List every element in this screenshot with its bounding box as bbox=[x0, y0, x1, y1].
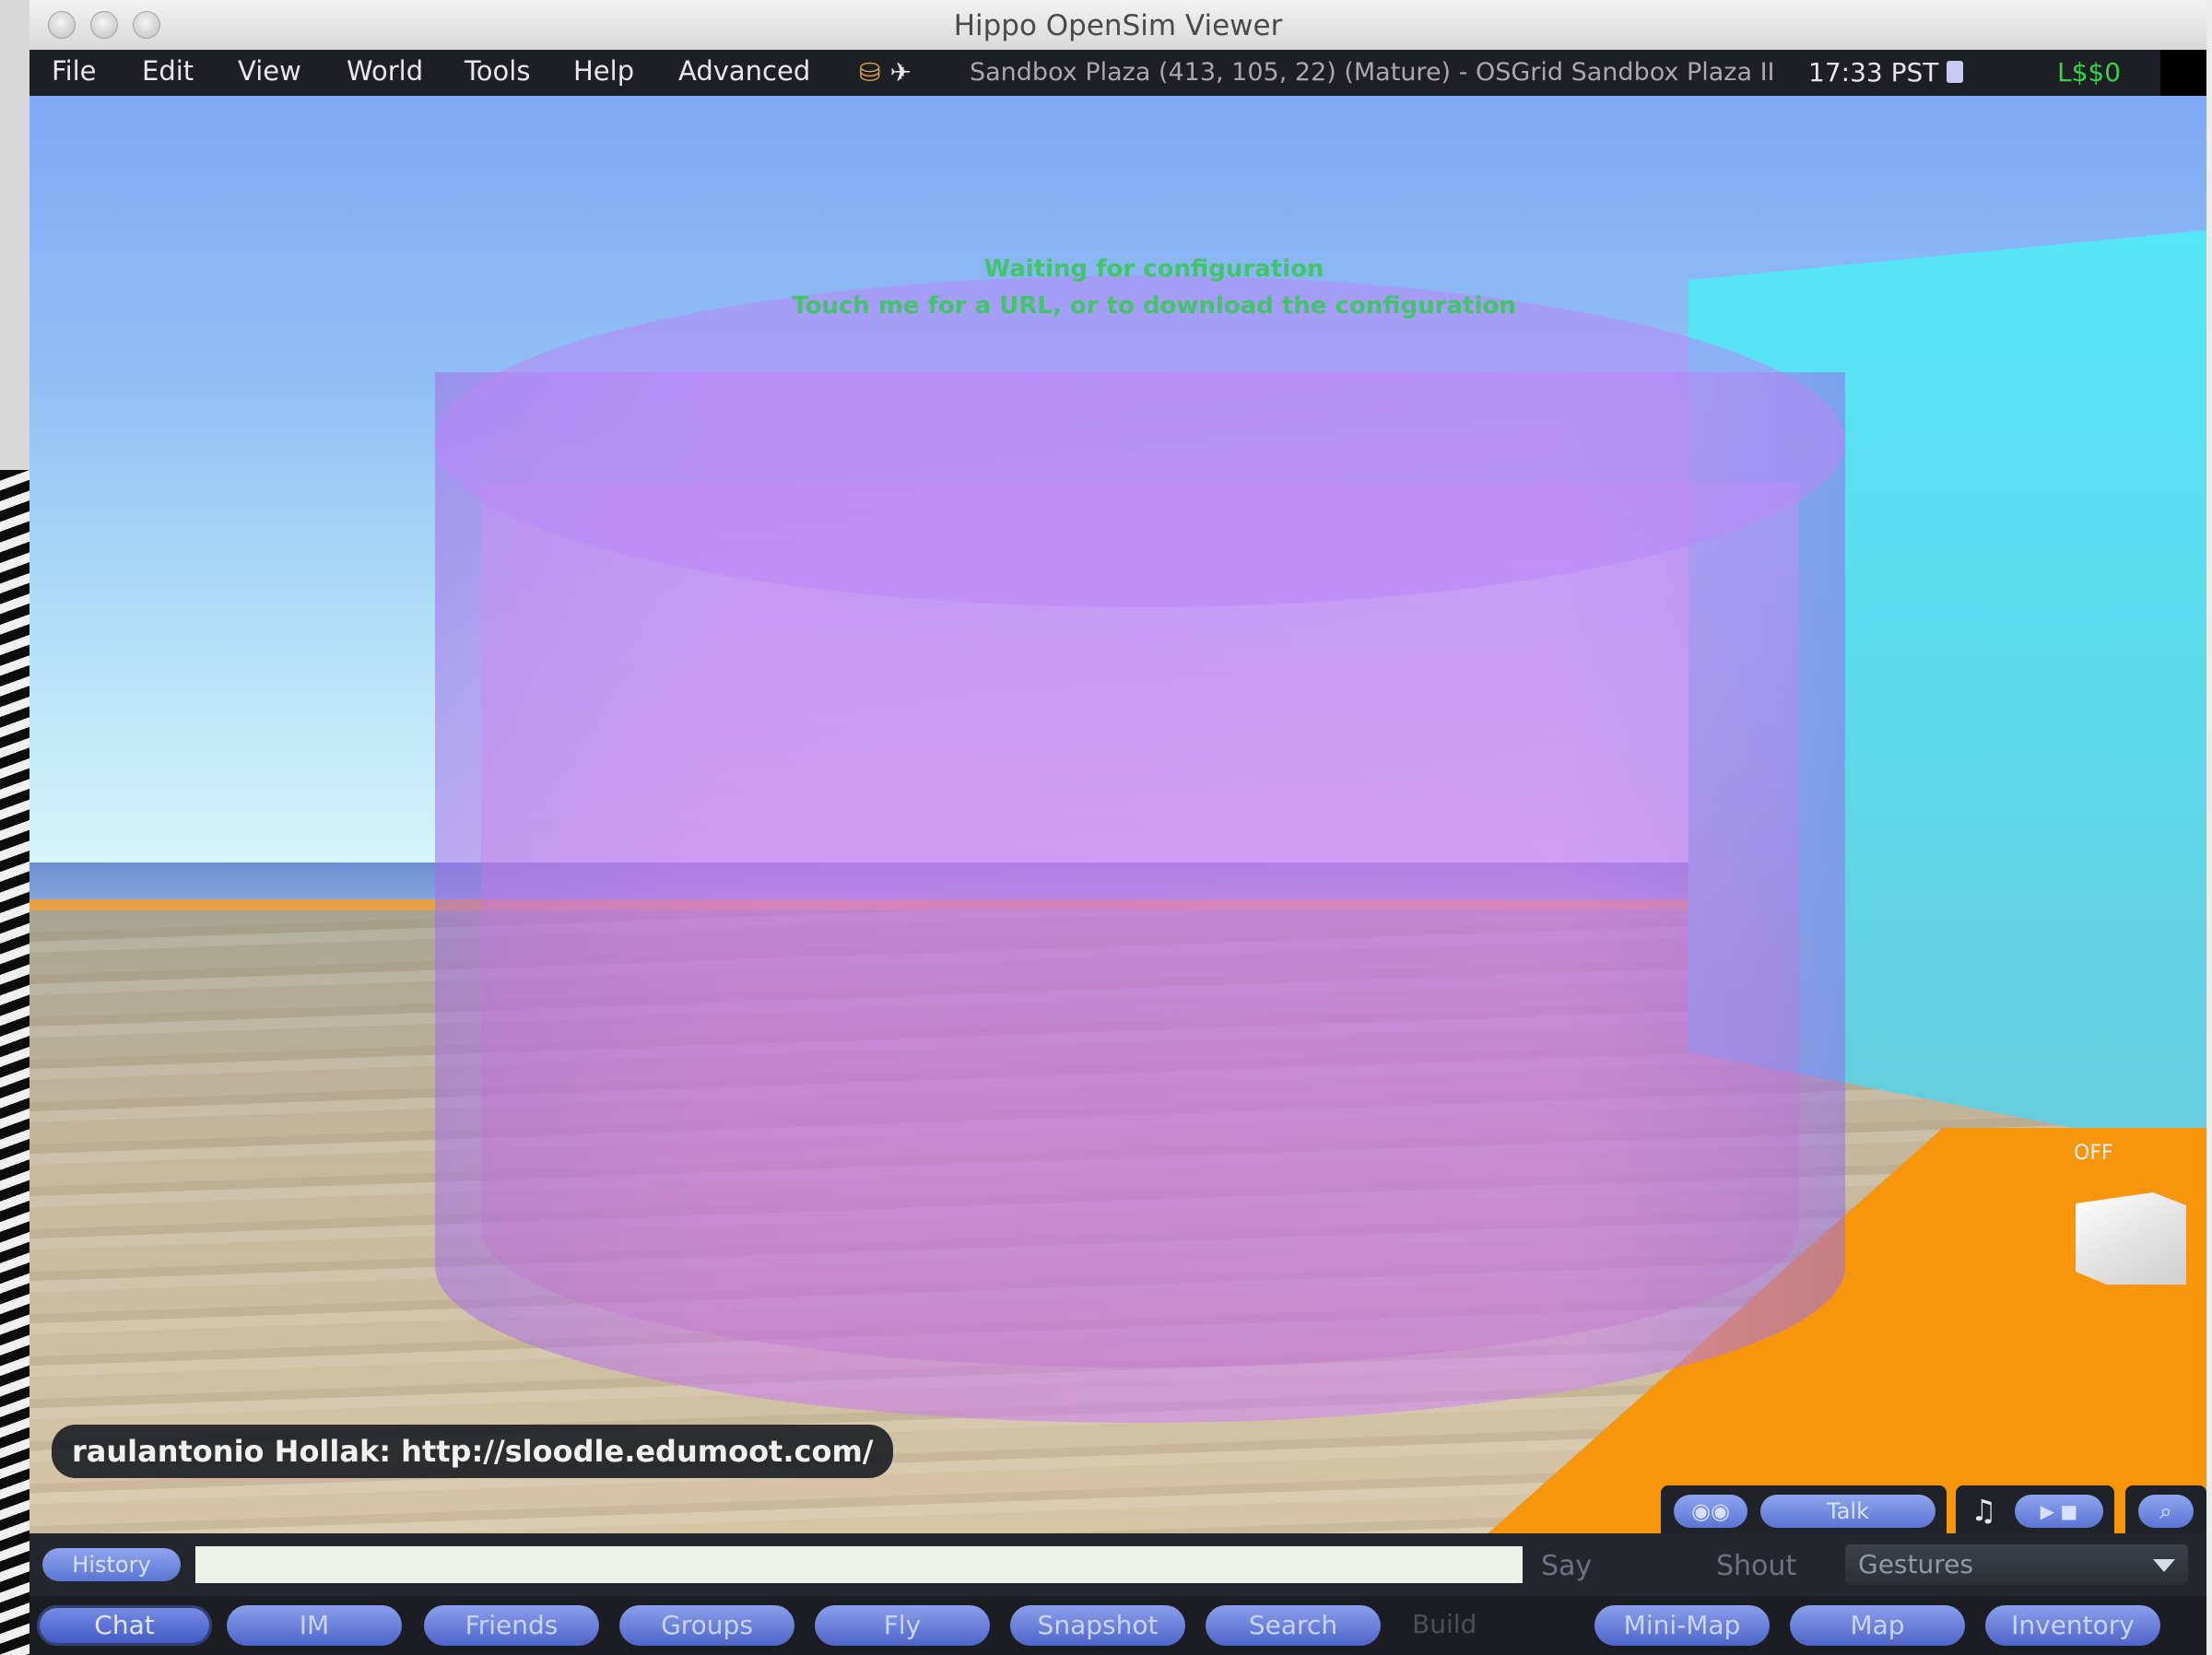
menu-advanced[interactable]: Advanced bbox=[678, 55, 810, 87]
gestures-dropdown[interactable]: Gestures bbox=[1845, 1544, 2188, 1585]
menu-tools[interactable]: Tools bbox=[465, 55, 530, 87]
say-button[interactable]: Say bbox=[1541, 1550, 1592, 1582]
minimap-button[interactable]: Mini-Map bbox=[1594, 1605, 1770, 1646]
voice-controls: ◉◉ Talk bbox=[1661, 1485, 1947, 1533]
media-label: ▶ ■ bbox=[2040, 1500, 2078, 1522]
no-build-icon: ⛁ bbox=[859, 57, 881, 88]
menu-view[interactable]: View bbox=[238, 55, 301, 87]
voice-status-icon bbox=[1947, 61, 1963, 83]
desktop-background-left bbox=[0, 0, 29, 1655]
groups-button[interactable]: Groups bbox=[619, 1605, 794, 1646]
history-label: History bbox=[72, 1552, 151, 1578]
build-button[interactable]: Build bbox=[1412, 1609, 1477, 1639]
no-fly-icon: ✈ bbox=[889, 57, 912, 88]
clock: 17:33 PST bbox=[1808, 57, 1939, 88]
chat-bar: History Say Shout Gestures bbox=[29, 1533, 2206, 1596]
media-controls: ♫ ▶ ■ bbox=[1956, 1485, 2114, 1533]
object-hover-text: Waiting for configuration Touch me for a… bbox=[29, 251, 2206, 324]
chat-message-bubble: raulantonio Hollak: http://sloodle.edumo… bbox=[52, 1425, 894, 1478]
chat-input[interactable] bbox=[195, 1546, 1523, 1583]
cylinder-top bbox=[435, 276, 1845, 607]
menu-world[interactable]: World bbox=[347, 55, 423, 87]
chat-bubbles-icon: ◉◉ bbox=[1691, 1498, 1730, 1524]
shout-button[interactable]: Shout bbox=[1716, 1550, 1796, 1582]
chat-button[interactable]: Chat bbox=[37, 1605, 212, 1646]
speakers-button[interactable]: ◉◉ bbox=[1674, 1495, 1747, 1528]
menu-file[interactable]: File bbox=[52, 55, 97, 87]
menu-edit[interactable]: Edit bbox=[142, 55, 194, 87]
camera-icon: ⌕ bbox=[2159, 1498, 2172, 1524]
im-button[interactable]: IM bbox=[227, 1605, 402, 1646]
cylinder-inner-wall bbox=[481, 483, 1799, 1367]
menubar-edge bbox=[2160, 50, 2206, 96]
chevron-down-icon bbox=[2153, 1559, 2175, 1572]
hover-text-line-2: Touch me for a URL, or to download the c… bbox=[792, 292, 1516, 320]
media-play-button[interactable]: ▶ ■ bbox=[2015, 1495, 2103, 1528]
camera-button[interactable]: ⌕ bbox=[2138, 1495, 2194, 1528]
desktop-background-right bbox=[2206, 0, 2212, 1655]
sloodle-box-object[interactable] bbox=[2076, 1192, 2186, 1285]
menu-help[interactable]: Help bbox=[573, 55, 634, 87]
camera-controls: ⌕ bbox=[2125, 1485, 2206, 1533]
box-hover-label: OFF bbox=[2074, 1142, 2113, 1165]
snapshot-button[interactable]: Snapshot bbox=[1010, 1605, 1185, 1646]
balance[interactable]: L$$0 bbox=[2057, 57, 2121, 88]
map-button[interactable]: Map bbox=[1790, 1605, 1965, 1646]
fly-button[interactable]: Fly bbox=[815, 1605, 990, 1646]
viewer-window: Hippo OpenSim Viewer File Edit View Worl… bbox=[29, 0, 2206, 1655]
friends-button[interactable]: Friends bbox=[424, 1605, 599, 1646]
status-icons: ⛁ ✈ bbox=[859, 57, 912, 88]
window-title: Hippo OpenSim Viewer bbox=[953, 9, 1283, 42]
search-button[interactable]: Search bbox=[1206, 1605, 1381, 1646]
music-icon[interactable]: ♫ bbox=[1971, 1493, 1997, 1528]
gestures-label: Gestures bbox=[1858, 1549, 1973, 1579]
talk-button[interactable]: Talk bbox=[1760, 1495, 1936, 1528]
window-titlebar[interactable]: Hippo OpenSim Viewer bbox=[29, 0, 2206, 51]
bottom-toolbar: Chat IM Friends Groups Fly Snapshot Sear… bbox=[29, 1596, 2206, 1655]
hover-text-line-1: Waiting for configuration bbox=[983, 255, 1324, 283]
menu-bar: File Edit View World Tools Help Advanced… bbox=[29, 50, 2206, 96]
inventory-button[interactable]: Inventory bbox=[1985, 1605, 2160, 1646]
talk-label: Talk bbox=[1827, 1498, 1869, 1524]
desktop-wallpaper-stripes bbox=[0, 470, 29, 1655]
3d-viewport[interactable]: Waiting for configuration Touch me for a… bbox=[29, 96, 2206, 1533]
location-text[interactable]: Sandbox Plaza (413, 105, 22) (Mature) - … bbox=[970, 58, 1775, 87]
history-button[interactable]: History bbox=[42, 1548, 181, 1581]
